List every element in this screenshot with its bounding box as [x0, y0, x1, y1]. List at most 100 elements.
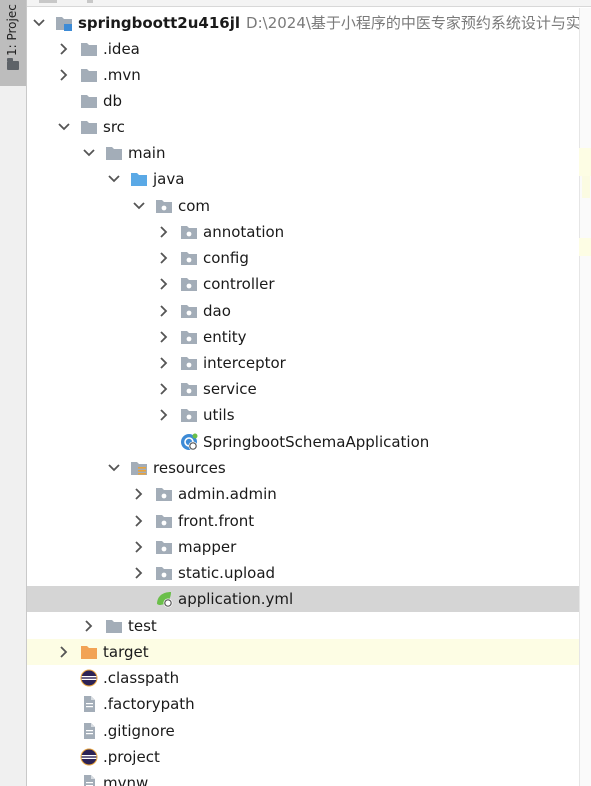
tree-row[interactable]: target: [27, 639, 580, 665]
tree-row[interactable]: controller: [27, 271, 580, 297]
tree-item-label: interceptor: [203, 354, 286, 372]
tree-item-label: mvnw: [103, 774, 149, 786]
chevron-right-icon[interactable]: [132, 487, 146, 501]
tree-row[interactable]: src: [27, 114, 580, 140]
package-icon: [180, 328, 198, 346]
package-icon: [180, 380, 198, 398]
chevron-right-icon[interactable]: [157, 304, 171, 318]
package-icon: [180, 223, 198, 241]
text-file-icon: [80, 695, 98, 713]
root-project-name: springboott2u416jl D:\2024\基于小程序的中医专家预约系统…: [78, 13, 591, 33]
tree-row[interactable]: .project: [27, 744, 580, 770]
tree-row[interactable]: config: [27, 245, 580, 271]
chevron-right-icon[interactable]: [82, 619, 96, 633]
excluded-folder-icon: [80, 643, 98, 661]
eclipse-file-icon: [80, 669, 98, 687]
package-icon: [155, 512, 173, 530]
tree-row[interactable]: java: [27, 166, 580, 192]
chevron-down-icon[interactable]: [32, 16, 46, 30]
tree-row[interactable]: mvnw: [27, 770, 580, 786]
tree-row[interactable]: annotation: [27, 219, 580, 245]
tree-item-label: dao: [203, 302, 231, 320]
chevron-down-icon[interactable]: [82, 146, 96, 160]
chevron-down-icon[interactable]: [132, 199, 146, 213]
tree-row[interactable]: .mvn: [27, 62, 580, 88]
tree-row[interactable]: mapper: [27, 534, 580, 560]
folder-icon: [7, 58, 19, 70]
chevron-down-icon[interactable]: [107, 172, 121, 186]
package-icon: [180, 302, 198, 320]
tree-row[interactable]: utils: [27, 402, 580, 428]
tree-item-label: static.upload: [178, 564, 276, 582]
tree-item-label: utils: [203, 406, 235, 424]
vertical-scrollbar[interactable]: [579, 8, 591, 786]
tree-item-label: annotation: [203, 223, 285, 241]
tree-row[interactable]: service: [27, 376, 580, 402]
tree-item-label: .mvn: [103, 66, 141, 84]
tree-row[interactable]: com: [27, 193, 580, 219]
project-tool-tab[interactable]: 1: Project: [0, 0, 26, 86]
gutter-marker: [579, 238, 591, 256]
tree-row[interactable]: .gitignore: [27, 718, 580, 744]
folder-icon: [80, 66, 98, 84]
tree-row[interactable]: resources: [27, 455, 580, 481]
folder-icon: [105, 144, 123, 162]
tree-item-label: java: [153, 170, 185, 188]
chevron-down-icon[interactable]: [57, 120, 71, 134]
spring-yml-icon: [155, 590, 173, 608]
chevron-right-icon[interactable]: [57, 42, 71, 56]
tree-item-label: config: [203, 249, 249, 267]
package-icon: [155, 197, 173, 215]
spring-boot-class-icon: [180, 433, 198, 451]
tree-item-label: SpringbootSchemaApplication: [203, 433, 430, 451]
tree-row[interactable]: .idea: [27, 36, 580, 62]
chevron-right-icon[interactable]: [57, 68, 71, 82]
chevron-right-icon[interactable]: [132, 514, 146, 528]
tree-item-label: .project: [103, 748, 160, 766]
tree-item-label: .factorypath: [103, 695, 195, 713]
folder-icon: [80, 118, 98, 136]
tree-row-root[interactable]: springboott2u416jl D:\2024\基于小程序的中医专家预约系统…: [27, 10, 591, 36]
package-icon: [155, 485, 173, 503]
tree-row[interactable]: SpringbootSchemaApplication: [27, 429, 580, 455]
tool-window-strip: 1: Project: [0, 0, 27, 786]
chevron-right-icon[interactable]: [157, 408, 171, 422]
gutter-marker: [579, 148, 591, 176]
tree-row[interactable]: entity: [27, 324, 580, 350]
package-icon: [155, 564, 173, 582]
tree-item-label: .classpath: [103, 669, 180, 687]
tree-row[interactable]: .factorypath: [27, 691, 580, 717]
folder-icon: [80, 92, 98, 110]
chevron-right-icon[interactable]: [132, 540, 146, 554]
text-file-icon: [80, 774, 98, 786]
tree-row[interactable]: dao: [27, 298, 580, 324]
chevron-right-icon[interactable]: [57, 645, 71, 659]
package-icon: [180, 275, 198, 293]
chevron-right-icon[interactable]: [157, 356, 171, 370]
chevron-right-icon[interactable]: [157, 382, 171, 396]
tree-row[interactable]: test: [27, 613, 580, 639]
chevron-right-icon[interactable]: [157, 251, 171, 265]
tree-item-label: target: [103, 643, 149, 661]
tree-row[interactable]: db: [27, 88, 580, 114]
tree-item-label: application.yml: [178, 590, 294, 608]
tool-window-header: [27, 0, 591, 7]
module-folder-icon: [55, 14, 73, 32]
chevron-right-icon[interactable]: [157, 330, 171, 344]
tree-row[interactable]: .classpath: [27, 665, 580, 691]
tree-row[interactable]: static.upload: [27, 560, 580, 586]
chevron-right-icon[interactable]: [157, 277, 171, 291]
tree-row[interactable]: interceptor: [27, 350, 580, 376]
package-icon: [155, 538, 173, 556]
chevron-right-icon[interactable]: [157, 225, 171, 239]
tree-item-label: admin.admin: [178, 485, 277, 503]
source-folder-icon: [130, 170, 148, 188]
tree-item-label: main: [128, 144, 166, 162]
tree-row[interactable]: application.yml: [27, 586, 580, 612]
tree-row[interactable]: main: [27, 140, 580, 166]
tree-item-label: test: [128, 617, 157, 635]
tree-row[interactable]: admin.admin: [27, 481, 580, 507]
tree-row[interactable]: front.front: [27, 508, 580, 534]
chevron-down-icon[interactable]: [107, 461, 121, 475]
chevron-right-icon[interactable]: [132, 566, 146, 580]
